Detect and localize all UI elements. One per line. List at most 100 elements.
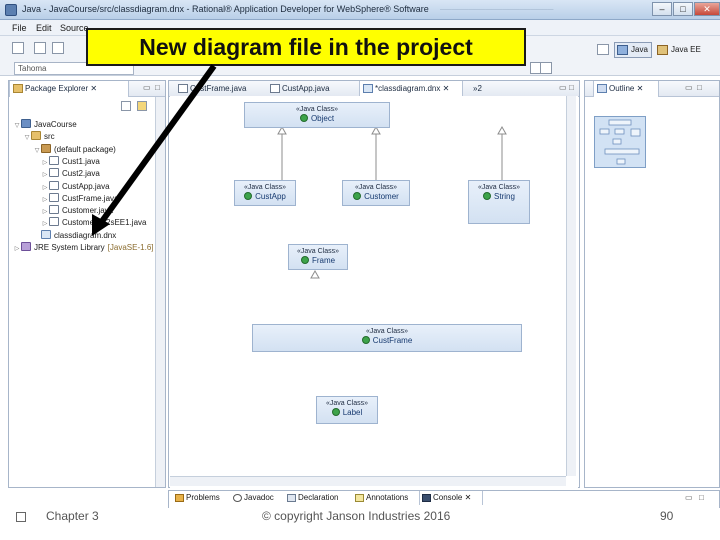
- tab-declaration-label: Declaration: [298, 493, 339, 502]
- diagram-canvas[interactable]: «Java Class» Object «Java Class» CustApp…: [170, 96, 578, 488]
- tree-item[interactable]: ▷ Cust2.java: [41, 168, 100, 180]
- inheritance-arrow-icon: [310, 269, 320, 279]
- tab-outline[interactable]: Outline ✕: [593, 81, 659, 97]
- node-stereotype: «Java Class»: [477, 184, 521, 191]
- tree-item[interactable]: ▽ src: [23, 131, 55, 143]
- tree-item-label: src: [44, 132, 55, 142]
- class-node-object[interactable]: «Java Class» Object: [244, 102, 390, 128]
- tree-expander-icon[interactable]: ▷: [41, 218, 49, 230]
- editor-maximize-icon[interactable]: □: [569, 83, 574, 92]
- tree-expander-icon[interactable]: ▷: [41, 169, 49, 181]
- diagram-vscrollbar[interactable]: [566, 96, 576, 476]
- tab-custframe[interactable]: CustFrame.java: [175, 81, 255, 97]
- java-icon: [49, 155, 59, 165]
- editor-minimize-icon[interactable]: ▭: [559, 83, 567, 92]
- tree-item[interactable]: ▷ CustApp.java: [41, 180, 110, 194]
- annotations-icon: [355, 494, 364, 502]
- diagram-hscrollbar[interactable]: [170, 476, 566, 486]
- outline-thumbnail[interactable]: [594, 116, 646, 168]
- console-icon: [422, 494, 431, 502]
- node-stereotype: «Java Class»: [243, 184, 287, 191]
- project-icon: [21, 119, 31, 128]
- box-icon[interactable]: [540, 62, 552, 74]
- minimize-button[interactable]: –: [652, 2, 672, 16]
- close-button[interactable]: ✕: [694, 2, 720, 16]
- tab-overflow[interactable]: »2: [469, 81, 493, 97]
- outline-maximize-icon[interactable]: □: [697, 83, 702, 92]
- tab-classdiagram[interactable]: *classdiagram.dnx ✕: [359, 81, 463, 97]
- tab-custframe-label: CustFrame.java: [190, 84, 247, 93]
- node-name: Object: [245, 114, 389, 123]
- outline-minimize-icon[interactable]: ▭: [685, 83, 693, 92]
- tree-expander-icon[interactable]: ▽: [33, 145, 41, 157]
- package-explorer-icon: [13, 84, 23, 93]
- perspective-java[interactable]: Java: [614, 42, 652, 58]
- class-node-custapp[interactable]: «Java Class» CustApp: [234, 180, 296, 206]
- tree-item-label: Cust2.java: [62, 169, 100, 179]
- link-editor-icon[interactable]: [137, 101, 147, 111]
- node-name: Customer: [343, 192, 409, 201]
- bottom-minimize-icon[interactable]: ▭: [685, 493, 693, 502]
- view-minimize-icon[interactable]: ▭: [143, 83, 151, 92]
- perspective-javaee[interactable]: Java EE: [654, 42, 705, 58]
- node-customer-label: Customer: [364, 192, 399, 201]
- bottom-maximize-icon[interactable]: □: [699, 493, 704, 502]
- tree-expander-icon[interactable]: ▷: [41, 182, 49, 194]
- maximize-button[interactable]: □: [673, 2, 693, 16]
- inheritance-arrow-icon: [497, 125, 507, 135]
- class-node-custframe[interactable]: «Java Class» CustFrame: [252, 324, 522, 352]
- fast-view-icon[interactable]: [16, 512, 26, 522]
- javaee-perspective-icon: [657, 45, 668, 55]
- collapse-all-icon[interactable]: [121, 101, 131, 111]
- tree-item-label: JRE System Library: [34, 243, 105, 252]
- pkg-icon: [41, 143, 51, 153]
- view-maximize-icon[interactable]: □: [155, 83, 160, 92]
- menu-source[interactable]: Source: [60, 23, 89, 33]
- tree-item[interactable]: ▷ Cust1.java: [41, 155, 100, 169]
- node-label-label: Label: [342, 408, 363, 417]
- node-stereotype: «Java Class»: [365, 328, 409, 335]
- open-perspective-icon[interactable]: [597, 44, 609, 55]
- problems-icon: [175, 494, 184, 502]
- tree-item[interactable]: ▽ JavaCourse: [13, 119, 77, 131]
- tree-item[interactable]: ▷ CustFrame.java: [41, 192, 118, 206]
- tree-item[interactable]: ▷ Customer.java: [41, 205, 113, 217]
- class-node-label[interactable]: «Java Class» Label: [316, 396, 378, 424]
- tree-item-suffix: [JavaSE-1.6]: [107, 243, 154, 252]
- tree-expander-icon[interactable]: ▷: [41, 206, 49, 218]
- tree-item[interactable]: ▷ CustomerBc2sEE1.java: [41, 217, 146, 229]
- class-node-customer[interactable]: «Java Class» Customer: [342, 180, 410, 206]
- tab-declaration[interactable]: Declaration: [285, 491, 351, 505]
- tree-expander-icon[interactable]: ▽: [13, 120, 21, 132]
- tree-expander-icon[interactable]: ▷: [13, 243, 21, 255]
- node-name: String: [469, 192, 529, 201]
- node-stereotype: «Java Class»: [296, 248, 340, 255]
- tree-item[interactable]: classdiagram.dnx: [33, 229, 116, 242]
- tree-expander-icon[interactable]: ▷: [41, 157, 49, 169]
- save-all-icon[interactable]: [52, 42, 64, 54]
- class-node-string[interactable]: «Java Class» String: [468, 180, 530, 224]
- tab-problems[interactable]: Problems: [173, 491, 229, 505]
- tab-console[interactable]: Console ✕: [419, 491, 483, 505]
- menu-edit[interactable]: Edit: [36, 23, 52, 33]
- node-name: Label: [317, 408, 377, 417]
- new-icon[interactable]: [12, 42, 24, 54]
- perspective-javaee-label: Java EE: [671, 45, 701, 54]
- menu-file[interactable]: File: [12, 23, 27, 33]
- tab-custapp[interactable]: CustApp.java: [267, 81, 347, 97]
- tree-item[interactable]: ▷ JRE System Library [JavaSE-1.6]: [13, 242, 154, 254]
- tab-annotations[interactable]: Annotations: [353, 491, 417, 505]
- tab-custapp-label: CustApp.java: [282, 84, 330, 93]
- tab-javadoc[interactable]: Javadoc: [231, 491, 283, 505]
- node-custframe-label: CustFrame: [372, 336, 413, 345]
- dnx-icon: [41, 229, 51, 239]
- tree-expander-icon[interactable]: ▷: [41, 194, 49, 206]
- tree-scrollbar[interactable]: [155, 97, 165, 487]
- tab-package-explorer[interactable]: Package Explorer ✕: [9, 81, 129, 97]
- tree-expander-icon[interactable]: ▽: [23, 132, 31, 144]
- save-icon[interactable]: [34, 42, 46, 54]
- tree-item[interactable]: ▽ (default package): [33, 143, 116, 157]
- class-node-frame[interactable]: «Java Class» Frame: [288, 244, 348, 270]
- footer-copyright: © copyright Janson Industries 2016: [262, 509, 451, 523]
- declaration-icon: [287, 494, 296, 502]
